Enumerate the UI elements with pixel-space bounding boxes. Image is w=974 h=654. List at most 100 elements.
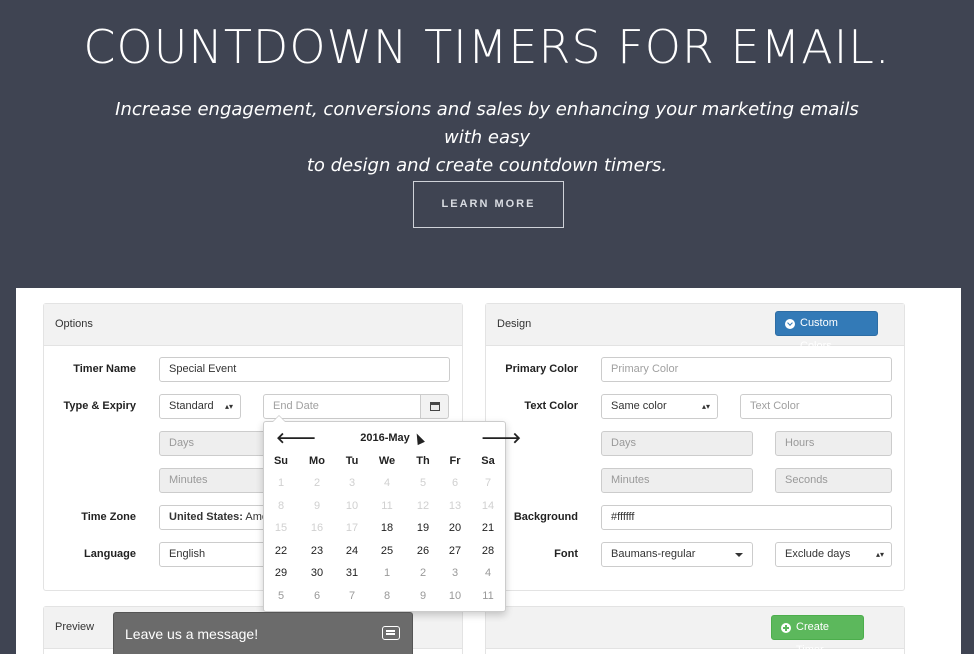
calendar-day[interactable]: 24	[337, 545, 367, 557]
primary-color-label: Primary Color	[505, 363, 578, 375]
text-color-label: Text Color	[524, 400, 578, 412]
select-arrows-icon: ▴▾	[701, 402, 710, 411]
time-zone-country: United States:	[169, 511, 243, 523]
calendar-icon	[430, 402, 440, 411]
timer-name-label: Timer Name	[73, 363, 136, 375]
calendar-day[interactable]: 18	[372, 522, 402, 534]
calendar-day: 17	[345, 522, 359, 534]
type-select[interactable]: Standard ▴▾	[159, 394, 241, 419]
options-heading: Options	[44, 304, 462, 346]
chat-widget[interactable]: Leave us a message!	[113, 612, 413, 654]
chat-widget-label: Leave us a message!	[125, 626, 259, 642]
hero-title: COUNTDOWN TIMERS FOR EMAIL.	[83, 20, 891, 74]
calendar-day[interactable]: 19	[408, 522, 438, 534]
exclude-days-value: Exclude days	[785, 548, 851, 560]
text-color-input[interactable]: Text Color	[740, 394, 892, 419]
time-zone-label: Time Zone	[81, 511, 136, 523]
options-days-input[interactable]: Days	[159, 431, 269, 456]
design-heading-label: Design	[497, 318, 532, 330]
calendar-day: 13	[448, 499, 462, 512]
calendar-day: 11	[381, 499, 393, 512]
select-arrows-icon: ▴▾	[875, 550, 884, 559]
type-expiry-label: Type & Expiry	[63, 400, 136, 412]
calendar-day[interactable]: 26	[408, 545, 438, 557]
weekday-header: Tu	[345, 455, 359, 467]
plus-circle-icon	[781, 623, 791, 633]
caret-down-icon	[735, 553, 743, 557]
hero-section: COUNTDOWN TIMERS FOR EMAIL. Increase eng…	[0, 0, 974, 288]
calendar-day: 15	[274, 522, 288, 534]
calendar-day[interactable]: 25	[372, 545, 402, 557]
calendar-day[interactable]: 31	[337, 567, 367, 579]
design-seconds-input[interactable]: Seconds	[775, 468, 892, 493]
select-arrows-icon: ▴▾	[224, 402, 233, 411]
language-label: Language	[84, 548, 136, 560]
learn-more-button[interactable]: LEARN MORE	[413, 181, 564, 228]
chat-bubble-icon	[382, 626, 400, 640]
calendar-day[interactable]: 9	[408, 590, 438, 602]
calendar-day: 9	[313, 499, 321, 512]
next-month-arrow-icon[interactable]: 🡒	[481, 428, 521, 447]
design-hours-input[interactable]: Hours	[775, 431, 892, 456]
calendar-day: 7	[484, 477, 492, 489]
hero-subtitle: Increase engagement, conversions and sal…	[110, 96, 864, 180]
chevron-down-circle-icon	[785, 319, 795, 329]
timer-name-input[interactable]: Special Event	[159, 357, 450, 382]
datepicker-month-title[interactable]: 2016-May	[324, 432, 446, 444]
calendar-day: 16	[310, 522, 324, 534]
weekday-header: Fr	[449, 455, 461, 467]
hero-subtitle-line-2: to design and create countdown timers.	[306, 155, 668, 176]
calendar-day[interactable]: 21	[473, 522, 503, 534]
calendar-day[interactable]: 7	[337, 590, 367, 602]
weekday-header: Mo	[309, 455, 325, 467]
weekday-header: Th	[416, 455, 430, 467]
font-select[interactable]: Baumans-regular	[601, 542, 753, 567]
language-select-value: English	[169, 548, 206, 560]
calendar-day[interactable]: 20	[440, 522, 470, 534]
create-timer-button[interactable]: Create Timer	[771, 615, 864, 654]
calendar-day: 8	[277, 499, 285, 512]
calendar-day[interactable]: 28	[473, 545, 503, 557]
calendar-day: 2	[313, 477, 321, 489]
design-days-input[interactable]: Days	[601, 431, 753, 456]
font-select-value: Baumans-regular	[611, 548, 696, 560]
type-select-value: Standard	[169, 400, 214, 412]
calendar-button[interactable]	[420, 394, 449, 419]
calendar-day[interactable]: 27	[440, 545, 470, 557]
calendar-day: 12	[416, 499, 430, 512]
calendar-day: 14	[481, 499, 495, 512]
calendar-day[interactable]: 23	[302, 545, 332, 557]
design-minutes-input[interactable]: Minutes	[601, 468, 753, 493]
calendar-day[interactable]: 6	[302, 590, 332, 602]
custom-colors-button[interactable]: Custom Colors	[775, 311, 878, 352]
calendar-day[interactable]: 22	[266, 545, 296, 557]
calendar-day: 1	[277, 477, 285, 489]
calendar-day: 10	[345, 499, 359, 512]
previous-month-arrow-icon[interactable]: 🡐	[276, 428, 316, 447]
calendar-day[interactable]: 10	[440, 590, 470, 602]
exclude-days-select[interactable]: Exclude days ▴▾	[775, 542, 892, 567]
calendar-day[interactable]: 29	[266, 567, 296, 579]
calendar-day[interactable]: 5	[266, 590, 296, 602]
hero-subtitle-line-1: Increase engagement, conversions and sal…	[115, 99, 859, 148]
text-color-select[interactable]: Same color ▴▾	[601, 394, 718, 419]
calendar-day: 6	[451, 477, 459, 489]
end-date-input[interactable]: End Date	[263, 394, 421, 419]
calendar-day[interactable]: 11	[473, 590, 503, 602]
calendar-day[interactable]: 2	[408, 567, 438, 579]
primary-color-input[interactable]: Primary Color	[601, 357, 892, 382]
calendar-day: 4	[383, 477, 391, 489]
calendar-day[interactable]: 3	[440, 567, 470, 579]
calendar-day[interactable]: 8	[372, 590, 402, 602]
weekday-header: Sa	[481, 455, 495, 467]
calendar-day: 5	[419, 477, 427, 489]
calendar-day[interactable]: 4	[473, 567, 503, 579]
weekday-header: We	[378, 455, 396, 467]
calendar-day[interactable]: 1	[372, 567, 402, 579]
options-minutes-input[interactable]: Minutes	[159, 468, 269, 493]
time-zone-select[interactable]: United States: Amer	[159, 505, 269, 530]
background-input[interactable]: #ffffff	[601, 505, 892, 530]
calendar-day[interactable]: 30	[302, 567, 332, 579]
language-select[interactable]: English	[159, 542, 269, 567]
calendar-day: 3	[348, 477, 356, 489]
